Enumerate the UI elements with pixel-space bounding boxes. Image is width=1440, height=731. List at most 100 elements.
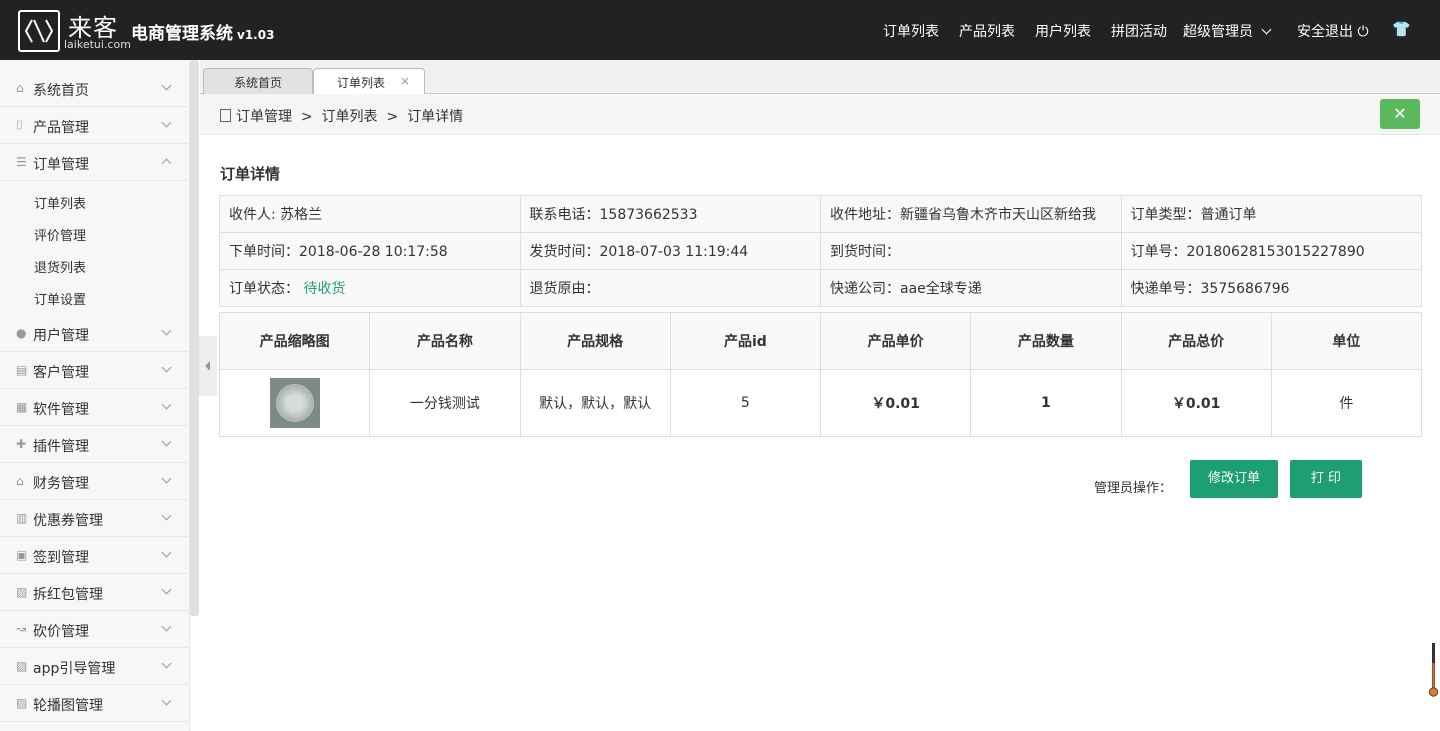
- breadcrumb-separator: >: [386, 109, 399, 125]
- chevron-down-icon: [161, 325, 172, 336]
- sidebar-item-app-guide[interactable]: ▨ app引导管理: [0, 648, 188, 685]
- sidebar-item-orders[interactable]: ☰ 订单管理: [0, 144, 188, 181]
- address-cell: 收件地址：新疆省乌鲁木齐市天山区新给我: [820, 195, 1122, 233]
- chevron-down-icon: [161, 658, 172, 669]
- sidebar-item-products[interactable]: ⌷ 产品管理: [0, 107, 188, 144]
- unit-cell: 件: [1270, 369, 1423, 437]
- topnav-group-buy[interactable]: 拼团活动: [1111, 21, 1167, 41]
- user-icon: ●: [16, 326, 27, 340]
- table-row: 下单时间：2018-06-28 10:17:58 发货时间：2018-07-03…: [219, 232, 1422, 270]
- sidebar-collapse-handle[interactable]: [199, 336, 217, 396]
- sidebar-scrollbar[interactable]: [190, 60, 199, 616]
- sidebar-item-label: 插件管理: [33, 439, 89, 455]
- tab-home[interactable]: 系统首页: [203, 68, 313, 95]
- sidebar-item-label: 用户管理: [33, 328, 89, 344]
- sidebar-item-software[interactable]: ▦ 软件管理: [0, 389, 188, 426]
- sidebar-item-plugins[interactable]: ✚ 插件管理: [0, 426, 188, 463]
- trend-icon: ↝: [16, 622, 27, 636]
- shirt-icon[interactable]: 👕: [1392, 20, 1411, 38]
- ship-time-cell: 发货时间：2018-07-03 11:19:44: [519, 232, 821, 270]
- breadcrumb-bar: 订单管理 > 订单列表 > 订单详情: [200, 94, 1440, 135]
- sidebar-item-customers[interactable]: ▤ 客户管理: [0, 352, 188, 389]
- tab-label: 系统首页: [233, 76, 282, 90]
- topnav-product-list[interactable]: 产品列表: [959, 21, 1015, 41]
- list-icon: [220, 109, 231, 122]
- courier-cell: 快递公司：aae全球专递: [820, 269, 1122, 307]
- book-icon: ▥: [16, 511, 28, 525]
- print-button[interactable]: 打 印: [1290, 460, 1362, 498]
- doc-icon: ▤: [16, 363, 28, 377]
- sidebar-item-label: 订单管理: [33, 157, 89, 173]
- edit-order-button[interactable]: 修改订单: [1190, 460, 1278, 498]
- sidebar-item-carousel[interactable]: ▨ 轮播图管理: [0, 685, 188, 722]
- recipient-cell: 收件人: 苏格兰: [219, 195, 521, 233]
- chevron-down-icon: [161, 399, 172, 410]
- chevron-down-icon: [161, 547, 172, 558]
- thermometer-icon: [1429, 643, 1438, 697]
- order-number-cell: 订单号：20180628153015227890: [1120, 232, 1422, 270]
- column-header: 产品名称: [369, 312, 521, 370]
- table-row: 订单状态： 待收货 退货原由： 快递公司：aae全球专递 快递单号：357568…: [219, 269, 1422, 307]
- close-button[interactable]: ✕: [1380, 99, 1420, 129]
- column-header: 单位: [1270, 312, 1423, 370]
- admin-ops-label: 管理员操作：: [1094, 481, 1173, 496]
- product-name-cell: 一分钱测试: [369, 369, 521, 437]
- image-icon: ▨: [16, 696, 28, 710]
- sidebar-item-label: 产品管理: [33, 120, 89, 136]
- chevron-down-icon: [1261, 24, 1272, 35]
- sidebar-item-label: app引导管理: [33, 661, 116, 677]
- chevron-down-icon: [161, 473, 172, 484]
- column-header: 产品总价: [1120, 312, 1272, 370]
- chevron-down-icon: [161, 80, 172, 91]
- topnav-user-list[interactable]: 用户列表: [1035, 21, 1091, 41]
- sidebar-item-coupons[interactable]: ▥ 优惠券管理: [0, 500, 188, 537]
- system-title: 电商管理系统 v1.03: [131, 24, 275, 44]
- tab-order-list[interactable]: 订单列表 ×: [313, 68, 425, 95]
- bank-icon: ⌂: [16, 474, 24, 488]
- logo-icon: [18, 10, 60, 52]
- column-header: 产品单价: [819, 312, 972, 370]
- sidebar-item-label: 签到管理: [33, 550, 89, 566]
- quantity-cell: 1: [970, 369, 1122, 437]
- sidebar-subitem-returns[interactable]: 退货列表: [34, 257, 86, 276]
- column-header: 产品缩略图: [218, 312, 371, 370]
- chevron-down-icon: [161, 510, 172, 521]
- topnav-order-list[interactable]: 订单列表: [883, 21, 939, 41]
- sidebar-item-home[interactable]: ⌂ 系统首页: [0, 70, 188, 107]
- status-badge: 待收货: [303, 281, 346, 297]
- logout-label: 安全退出: [1297, 24, 1353, 40]
- tracking-number-cell: 快递单号：3575686796: [1120, 269, 1422, 307]
- arrival-time-cell: 到货时间：: [820, 232, 1122, 270]
- close-icon[interactable]: ×: [400, 74, 410, 88]
- sidebar-subitem-reviews[interactable]: 评价管理: [34, 225, 86, 244]
- sidebar-item-label: 系统首页: [33, 83, 89, 99]
- sidebar-item-bargain[interactable]: ↝ 砍价管理: [0, 611, 188, 648]
- column-header: 产品规格: [519, 312, 671, 370]
- list-icon: ☰: [16, 155, 27, 169]
- return-reason-cell: 退货原由：: [519, 269, 821, 307]
- sidebar-item-label: 客户管理: [33, 365, 89, 381]
- sidebar-subitem-order-settings[interactable]: 订单设置: [34, 289, 86, 308]
- sidebar-item-label: 财务管理: [33, 476, 89, 492]
- sidebar-item-label: 拆红包管理: [33, 587, 103, 603]
- tab-label: 订单列表: [337, 76, 386, 90]
- page-title: 订单详情: [220, 165, 281, 183]
- chevron-up-icon: [161, 158, 172, 169]
- sidebar-item-users[interactable]: ● 用户管理: [0, 315, 188, 352]
- breadcrumb-root[interactable]: 订单管理: [236, 109, 292, 125]
- sidebar-item-red-packet[interactable]: ▧ 拆红包管理: [0, 574, 188, 611]
- chevron-down-icon: [161, 584, 172, 595]
- product-table: 产品缩略图 产品名称 产品规格 产品id 产品单价 产品数量 产品总价 单位 一…: [218, 312, 1423, 437]
- gift-icon: ▧: [16, 585, 28, 599]
- sidebar-item-finance[interactable]: ⌂ 财务管理: [0, 463, 188, 500]
- sidebar-item-checkin[interactable]: ▣ 签到管理: [0, 537, 188, 574]
- table-row: 一分钱测试 默认，默认，默认 5 ￥0.01 1 ￥0.01 件: [218, 369, 1423, 437]
- breadcrumb-order-list[interactable]: 订单列表: [322, 109, 378, 125]
- logout-button[interactable]: 安全退出 ⏻: [1297, 21, 1369, 41]
- sidebar-subitem-order-list[interactable]: 订单列表: [34, 193, 86, 212]
- phone-cell: 联系电话：15873662533: [519, 195, 821, 233]
- product-thumbnail[interactable]: [269, 378, 320, 428]
- product-thumbnail-cell: [218, 369, 371, 437]
- breadcrumb-separator: >: [300, 109, 313, 125]
- admin-menu[interactable]: 超级管理员: [1183, 21, 1272, 41]
